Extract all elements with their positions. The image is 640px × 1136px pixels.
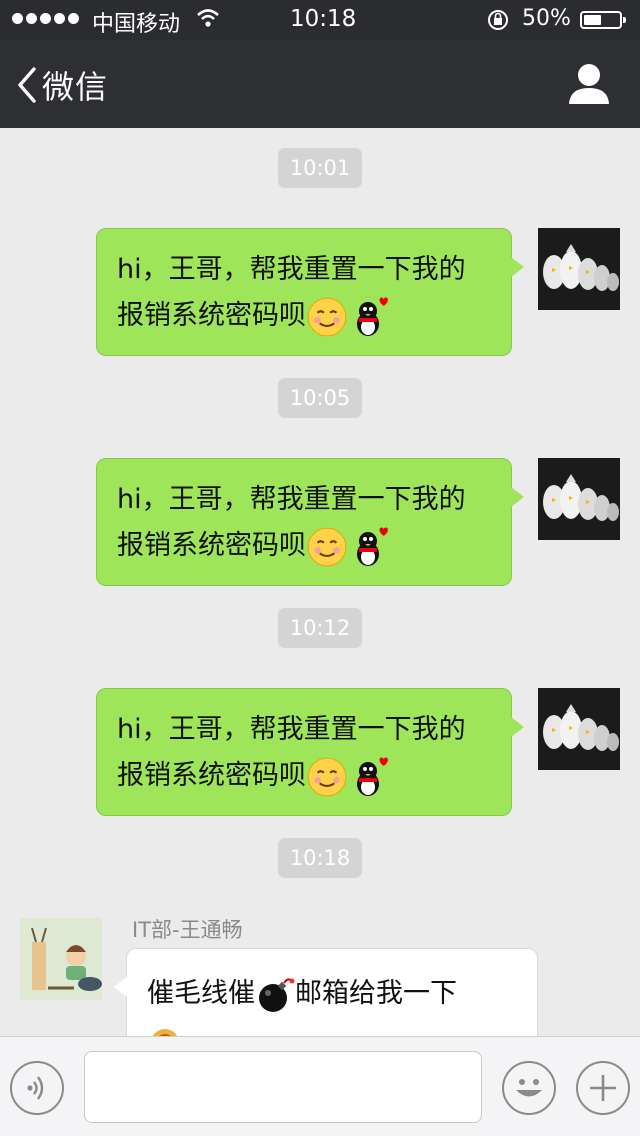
cartoon-person-avatar-icon xyxy=(20,918,102,1000)
message-line-2: 报销系统密码呗 xyxy=(117,293,491,340)
bomb-icon xyxy=(259,977,295,1012)
incoming-message-bubble[interactable]: 催毛线催 邮箱给我一下 xyxy=(114,948,538,1036)
chat-area[interactable]: 10:01 hi，王哥，帮我重置一下我的 报销系统密码呗 10:05 hi，王哥… xyxy=(0,128,640,1036)
timestamp: 10:18 xyxy=(278,838,362,878)
input-bar xyxy=(0,1036,640,1136)
carrier-name: 中国移动 xyxy=(92,12,181,37)
nav-bar: 微信 xyxy=(0,40,640,128)
back-button[interactable]: 微信 xyxy=(16,62,108,108)
message-line: hi，王哥，帮我重置一下我的 xyxy=(117,714,466,745)
smile-emoji-icon xyxy=(307,527,347,566)
smile-emoji-icon xyxy=(307,297,347,336)
bird-avatar-icon xyxy=(538,228,620,310)
message-line: hi，王哥，帮我重置一下我的 xyxy=(117,254,466,285)
person-icon[interactable] xyxy=(566,62,612,106)
bird-avatar-icon xyxy=(538,458,620,540)
bird-avatar-icon xyxy=(538,688,620,770)
battery-icon xyxy=(580,11,626,29)
message-bubble[interactable]: hi，王哥，帮我重置一下我的 报销系统密码呗 xyxy=(96,458,524,586)
message-line-2: 报销系统密码呗 xyxy=(117,753,491,800)
status-time: 10:18 xyxy=(290,6,357,32)
my-avatar[interactable] xyxy=(538,688,620,770)
emoji-partial-icon xyxy=(152,1028,178,1036)
voice-button[interactable] xyxy=(10,1061,64,1115)
sender-name: IT部-王通畅 xyxy=(132,918,243,942)
partial-emoji-row xyxy=(147,1017,517,1036)
message-line-2: 报销系统密码呗 xyxy=(117,523,491,570)
smile-emoji-icon xyxy=(307,757,347,796)
plus-icon xyxy=(590,1075,616,1101)
smiley-icon xyxy=(516,1079,542,1097)
battery-percentage: 50% xyxy=(522,6,571,31)
message-bubble[interactable]: hi，王哥，帮我重置一下我的 报销系统密码呗 xyxy=(96,228,524,356)
status-bar: 中国移动 10:18 50% xyxy=(0,0,640,40)
voice-icon xyxy=(27,1076,44,1100)
message-line: hi，王哥，帮我重置一下我的 xyxy=(117,484,466,515)
emoji-button[interactable] xyxy=(502,1061,556,1115)
back-label: 微信 xyxy=(42,68,109,106)
add-button[interactable] xyxy=(576,1061,630,1115)
message-input[interactable] xyxy=(84,1051,482,1123)
chevron-left-icon xyxy=(18,67,36,103)
qq-penguin-icon xyxy=(357,757,388,796)
wifi-icon xyxy=(197,9,219,27)
orientation-lock-icon xyxy=(488,10,508,30)
timestamp: 10:01 xyxy=(278,148,362,188)
my-avatar[interactable] xyxy=(538,228,620,310)
signal-strength-icon xyxy=(12,13,79,24)
message-text-2: 邮箱给我一下 xyxy=(295,978,457,1009)
message-bubble[interactable]: hi，王哥，帮我重置一下我的 报销系统密码呗 xyxy=(96,688,524,816)
my-avatar[interactable] xyxy=(538,458,620,540)
timestamp: 10:12 xyxy=(278,608,362,648)
timestamp: 10:05 xyxy=(278,378,362,418)
message-text: 催毛线催 xyxy=(147,978,255,1009)
contact-avatar[interactable] xyxy=(20,918,102,1000)
qq-penguin-icon xyxy=(357,297,388,336)
qq-penguin-icon xyxy=(357,527,388,566)
